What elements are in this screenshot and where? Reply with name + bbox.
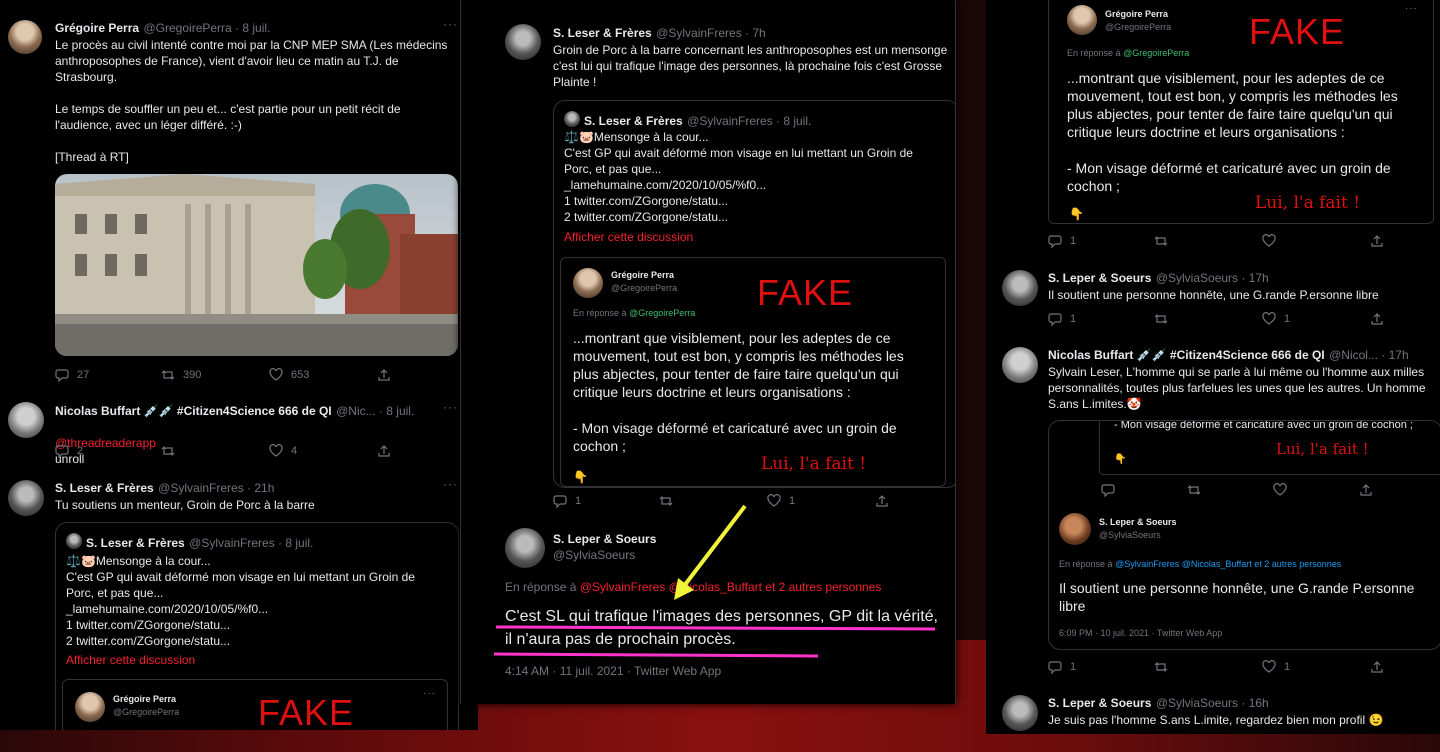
highlight-underline	[495, 625, 936, 631]
highlight-underline	[493, 652, 819, 658]
annotation-overlay	[493, 504, 936, 658]
pointer-arrow	[674, 504, 747, 600]
